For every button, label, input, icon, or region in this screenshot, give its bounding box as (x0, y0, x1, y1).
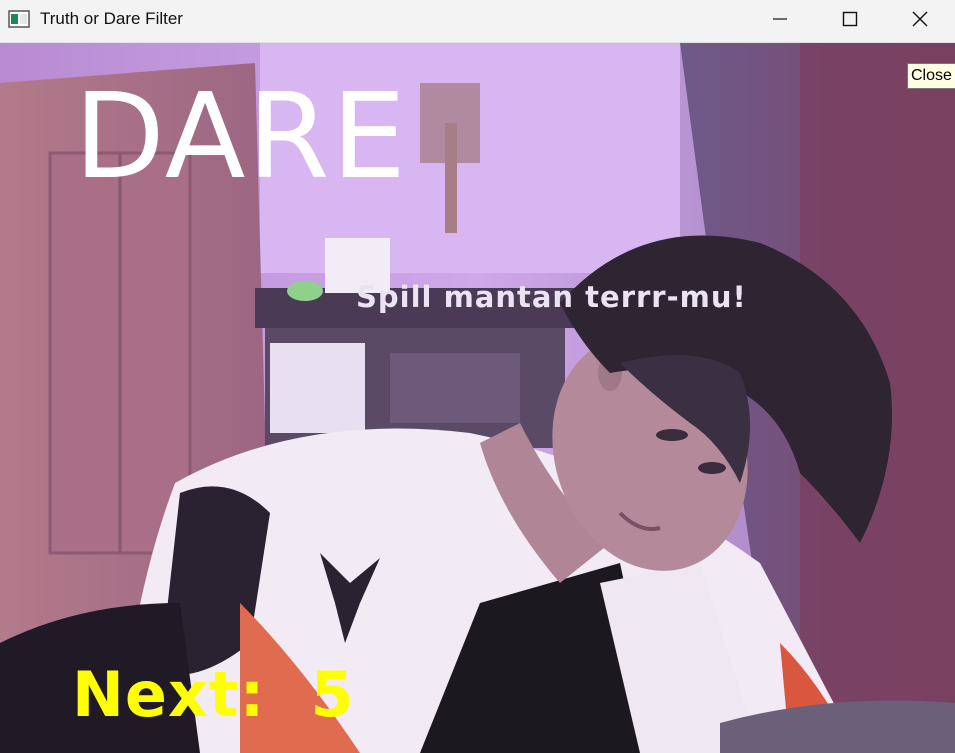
minimize-button[interactable] (757, 0, 803, 38)
next-label: Next: (72, 658, 266, 731)
next-countdown: Next: 5 (72, 658, 355, 731)
dare-prompt-text: Spill mantan terrr-mu! (356, 280, 747, 314)
app-window: Truth or Dare Filter DARE Spill mantan t… (0, 0, 955, 753)
app-icon (8, 10, 30, 28)
close-icon (912, 11, 928, 27)
maximize-icon (842, 11, 858, 27)
maximize-button[interactable] (827, 0, 873, 38)
title-bar[interactable]: Truth or Dare Filter (0, 0, 955, 43)
camera-feed: DARE Spill mantan terrr-mu! Next: 5 (0, 43, 955, 753)
window-title: Truth or Dare Filter (40, 9, 183, 28)
minimize-icon (773, 18, 787, 20)
mode-label: DARE (74, 67, 409, 205)
close-tooltip: Close (907, 63, 955, 89)
close-button[interactable] (897, 0, 943, 38)
next-count: 5 (310, 658, 355, 731)
